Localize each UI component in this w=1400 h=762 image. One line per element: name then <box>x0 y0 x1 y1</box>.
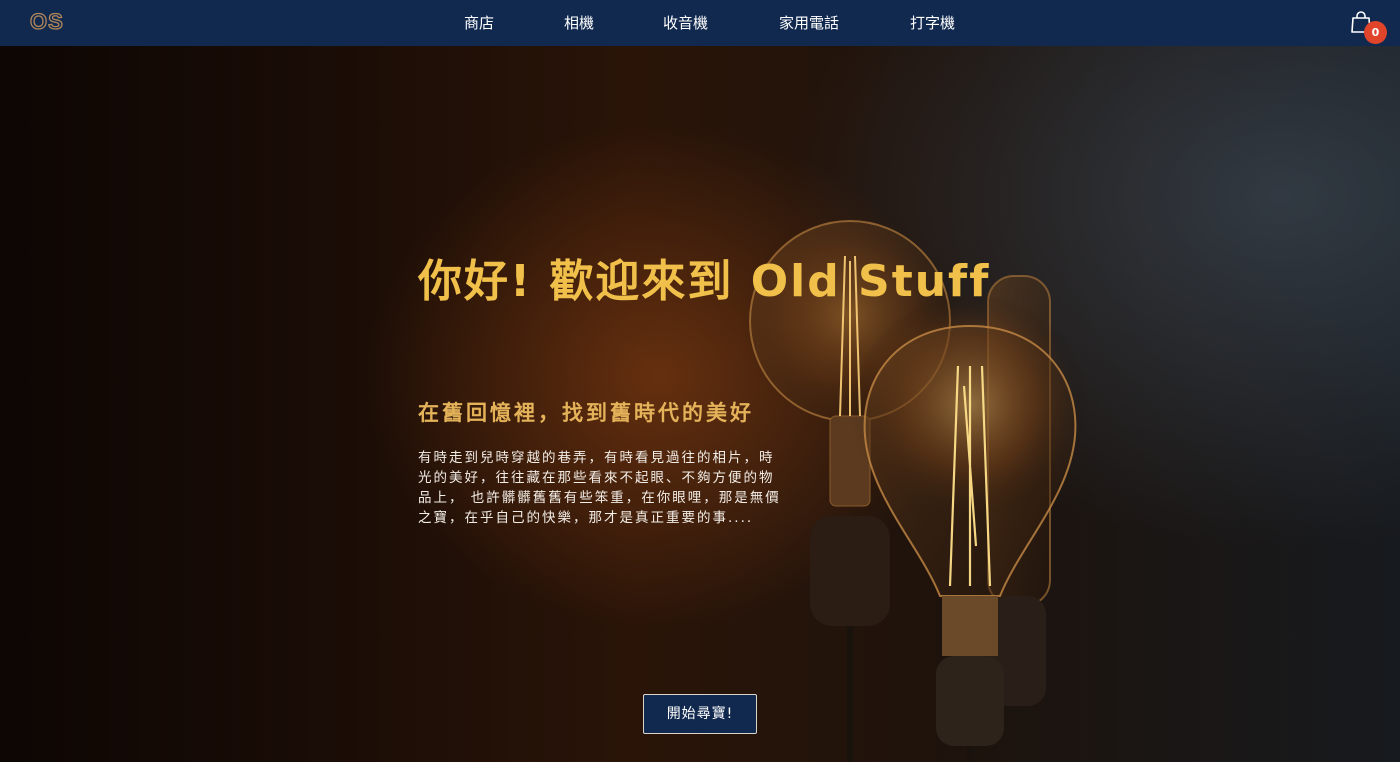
cart-button[interactable]: 0 <box>1350 10 1390 44</box>
top-navbar: OS 商店 相機 收音機 家用電話 打字機 0 <box>0 0 1400 46</box>
nav-item-radio[interactable]: 收音機 <box>663 13 708 33</box>
cart-count-badge: 0 <box>1364 21 1387 44</box>
hero-description-line: 品上， 也許髒髒舊舊有些笨重，在你眼哩，那是無價 <box>418 490 781 506</box>
nav-item-shop[interactable]: 商店 <box>464 13 494 33</box>
nav-item-camera[interactable]: 相機 <box>564 13 594 33</box>
logo[interactable]: OS <box>29 8 64 35</box>
hero-description: 有時走到兒時穿越的巷弄，有時看見過往的相片，時 光的美好，往往藏在那些看來不起眼… <box>418 448 810 528</box>
nav-item-telephone[interactable]: 家用電話 <box>779 13 839 33</box>
hero-subtitle: 在舊回憶裡，找到舊時代的美好 <box>418 401 754 425</box>
start-treasure-hunt-button[interactable]: 開始尋寶! <box>643 694 757 734</box>
hero-description-line: 光的美好，往往藏在那些看來不起眼、不夠方便的物 <box>418 470 775 486</box>
page: OS 商店 相機 收音機 家用電話 打字機 0 你好! 歡迎來到 Old Stu… <box>0 0 1400 762</box>
nav-item-typewriter[interactable]: 打字機 <box>910 13 955 33</box>
main-nav: 商店 相機 收音機 家用電話 打字機 <box>0 0 1400 46</box>
hero-section: 你好! 歡迎來到 Old Stuff 在舊回憶裡，找到舊時代的美好 有時走到兒時… <box>0 46 1400 762</box>
hero-title: 你好! 歡迎來到 Old Stuff <box>418 256 991 307</box>
hero-description-line: 有時走到兒時穿越的巷弄，有時看見過往的相片，時 <box>418 450 775 466</box>
hero-description-line: 之寶，在乎自己的快樂，那才是真正重要的事.... <box>418 510 754 526</box>
